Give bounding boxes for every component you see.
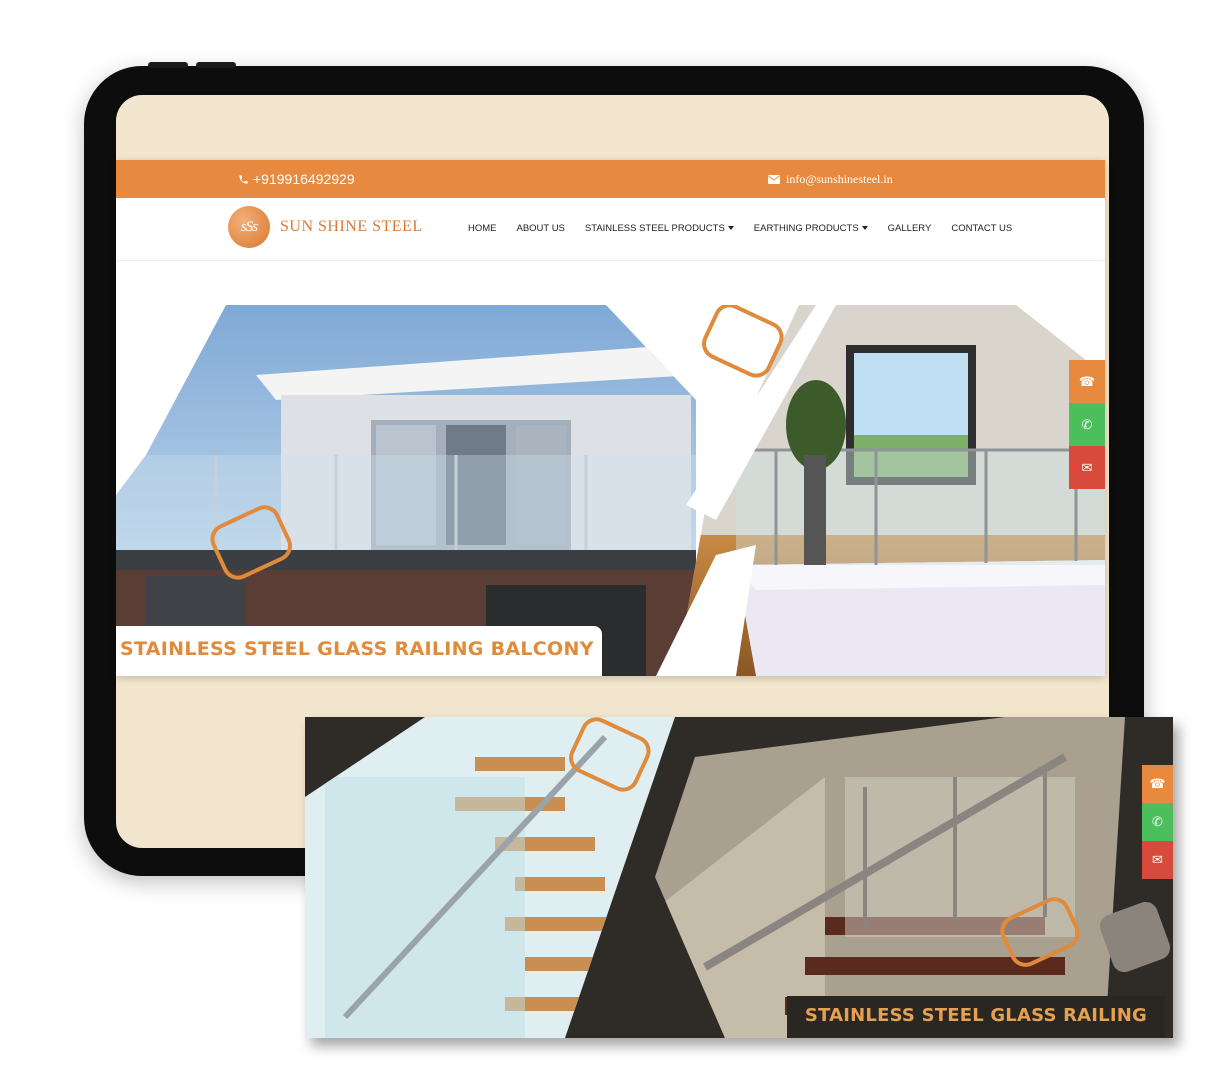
contact-topbar: +919916492929 info@sunshinesteel.in xyxy=(116,160,1105,198)
hero-balcony-image xyxy=(116,305,1105,676)
nav-item-earthing-products[interactable]: EARTHING PRODUCTS xyxy=(754,223,868,234)
nav-item-label: STAINLESS STEEL PRODUCTS xyxy=(584,223,725,234)
hero-caption-text: STAINLESS STEEL GLASS RAILING BALCONY xyxy=(120,638,594,660)
email-button[interactable]: ✉ xyxy=(1069,446,1105,489)
hero-slider[interactable]: STAINLESS STEEL GLASS RAILING BALCONY xyxy=(116,305,1105,676)
nav-item-home[interactable]: HOME xyxy=(468,223,497,234)
whatsapp-button[interactable]: ✆ xyxy=(1069,403,1105,446)
nav-item-contact[interactable]: CONTACT US xyxy=(951,223,1012,234)
tablet-volume-button xyxy=(148,62,188,68)
banner-caption: STAINLESS STEEL GLASS RAILING xyxy=(786,996,1165,1038)
tablet-volume-button xyxy=(196,62,236,68)
envelope-icon: ✉ xyxy=(1081,459,1093,475)
banner-caption-text: STAINLESS STEEL GLASS RAILING xyxy=(804,1005,1147,1026)
phone-icon: ☎ xyxy=(1078,373,1096,389)
topbar-email[interactable]: info@sunshinesteel.in xyxy=(768,172,893,187)
whatsapp-icon: ✆ xyxy=(1081,416,1093,432)
nav-item-stainless-steel-products[interactable]: STAINLESS STEEL PRODUCTS xyxy=(585,223,734,234)
site-logo[interactable]: sSs SUN SHINE STEEL xyxy=(228,206,423,248)
chevron-down-icon xyxy=(861,226,868,231)
nav-item-label: CONTACT US xyxy=(951,223,1013,234)
nav-item-label: EARTHING PRODUCTS xyxy=(753,223,859,234)
phone-icon: ☎ xyxy=(1149,776,1166,791)
topbar-email-text: info@sunshinesteel.in xyxy=(786,172,893,186)
nav-item-label: HOME xyxy=(468,223,497,234)
phone-icon xyxy=(239,174,248,184)
call-button[interactable]: ☎ xyxy=(1069,360,1105,403)
whatsapp-icon: ✆ xyxy=(1152,814,1163,829)
nav-menu: HOME ABOUT US STAINLESS STEEL PRODUCTS E… xyxy=(468,223,1012,234)
chevron-down-icon xyxy=(727,226,734,231)
floating-contact-buttons: ☎ ✆ ✉ xyxy=(1069,360,1105,489)
nav-item-gallery[interactable]: GALLERY xyxy=(888,223,932,234)
envelope-icon xyxy=(768,175,780,184)
nav-item-label: GALLERY xyxy=(887,223,932,234)
whatsapp-button[interactable]: ✆ xyxy=(1142,803,1173,841)
call-button[interactable]: ☎ xyxy=(1142,765,1173,803)
hero-caption: STAINLESS STEEL GLASS RAILING BALCONY xyxy=(116,626,602,676)
topbar-phone[interactable]: +919916492929 xyxy=(238,171,355,187)
banner-staircase-image xyxy=(305,717,1171,1038)
nav-item-about[interactable]: ABOUT US xyxy=(517,223,565,234)
railing-banner[interactable]: STAINLESS STEEL GLASS RAILING ☎ ✆ ✉ xyxy=(305,717,1173,1038)
nav-item-label: ABOUT US xyxy=(516,223,565,234)
topbar-phone-text: +919916492929 xyxy=(253,171,355,187)
logo-name: SUN SHINE STEEL xyxy=(280,218,423,235)
main-navbar: sSs SUN SHINE STEEL HOME ABOUT US STAINL… xyxy=(116,198,1105,261)
website-preview: +919916492929 info@sunshinesteel.in sSs … xyxy=(116,160,1105,676)
email-button[interactable]: ✉ xyxy=(1142,841,1173,879)
logo-mark: sSs xyxy=(228,206,270,248)
floating-contact-buttons: ☎ ✆ ✉ xyxy=(1142,765,1173,879)
envelope-icon: ✉ xyxy=(1152,852,1163,867)
